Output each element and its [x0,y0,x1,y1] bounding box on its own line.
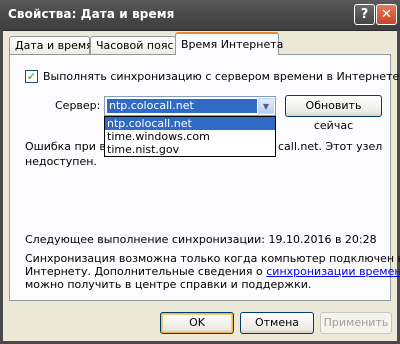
internet-time-panel: ✓ Выполнять синхронизацию с сервером вре… [9,54,400,301]
close-icon: ✕ [381,7,392,22]
sync-checkbox-label[interactable]: Выполнять синхронизацию с сервером време… [43,70,399,83]
cancel-button[interactable]: Отмена [240,312,314,334]
time-sync-help-link[interactable]: синхронизации времени [266,265,400,278]
tab-internet-time[interactable]: Время Интернета [175,32,283,55]
close-button[interactable]: ✕ [376,4,397,25]
help-icon: ? [360,7,369,22]
server-label: Сервер: [55,99,101,112]
info-text-line1: Синхронизация возможна только когда комп… [25,252,400,265]
title-bar[interactable]: Свойства: Дата и время ? ✕ [0,0,400,31]
date-time-properties-dialog: Свойства: Дата и время ? ✕ Дата и время … [0,0,400,344]
dropdown-arrow-button[interactable]: ▼ [258,98,274,114]
checkmark-icon: ✓ [26,70,37,83]
help-button[interactable]: ? [354,4,375,25]
ok-button[interactable]: OK [160,312,234,334]
info-text-line3: можно получить в центре справки и поддер… [25,278,312,291]
apply-button[interactable]: Применить [320,312,392,334]
next-sync-text: Следующее выполнение синхронизации: 19.1… [25,233,377,246]
error-text-end: call.net. Этот узел [278,140,383,153]
info-text-line2-start: Интернету. Дополнительные сведения о [25,265,267,278]
tab-date-time[interactable]: Дата и время [9,36,93,54]
server-option-colocall[interactable]: ntp.colocall.net [105,117,275,130]
window-frame-left [0,30,3,344]
error-text-start: Ошибка при вы [25,140,115,153]
server-combobox[interactable]: ntp.colocall.net ▼ [104,96,276,116]
error-text-line2: недоступен. [25,155,97,168]
server-dropdown-list: ntp.colocall.net time.windows.com time.n… [104,116,276,157]
update-now-button[interactable]: Обновить сейчас [285,95,382,132]
window-title: Свойства: Дата и время [8,7,175,21]
tab-time-zone[interactable]: Часовой пояс [90,36,176,54]
server-combobox-value[interactable]: ntp.colocall.net [107,99,257,113]
info-text-line2: Интернету. Дополнительные сведения о син… [25,265,400,278]
server-option-nist[interactable]: time.nist.gov [105,143,275,156]
sync-checkbox[interactable]: ✓ [25,70,38,83]
chevron-down-icon: ▼ [262,101,270,111]
server-option-windows[interactable]: time.windows.com [105,130,275,143]
